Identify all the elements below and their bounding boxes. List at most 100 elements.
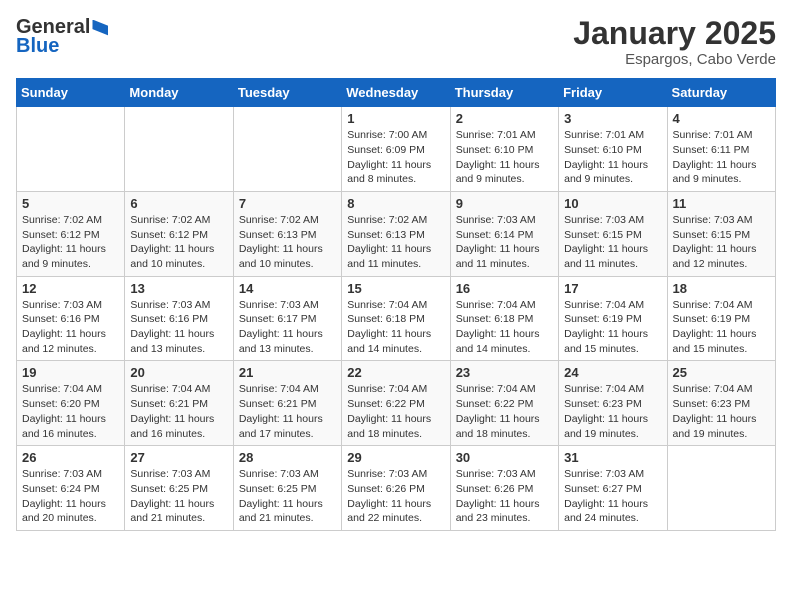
- day-info: Sunrise: 7:04 AM Sunset: 6:23 PM Dayligh…: [564, 382, 661, 441]
- day-info: Sunrise: 7:01 AM Sunset: 6:11 PM Dayligh…: [673, 128, 770, 187]
- day-info: Sunrise: 7:04 AM Sunset: 6:22 PM Dayligh…: [456, 382, 553, 441]
- calendar-cell: 12 Sunrise: 7:03 AM Sunset: 6:16 PM Dayli…: [17, 276, 125, 361]
- calendar-cell: 7 Sunrise: 7:02 AM Sunset: 6:13 PM Daylig…: [233, 191, 341, 276]
- day-info: Sunrise: 7:02 AM Sunset: 6:13 PM Dayligh…: [347, 213, 444, 272]
- day-number: 29: [347, 450, 444, 465]
- day-info: Sunrise: 7:03 AM Sunset: 6:16 PM Dayligh…: [22, 298, 119, 357]
- calendar-cell: 27 Sunrise: 7:03 AM Sunset: 6:25 PM Dayli…: [125, 446, 233, 531]
- day-info: Sunrise: 7:03 AM Sunset: 6:27 PM Dayligh…: [564, 467, 661, 526]
- week-row-5: 26 Sunrise: 7:03 AM Sunset: 6:24 PM Dayli…: [17, 446, 776, 531]
- calendar-cell: 2Sunrise: 7:01 AM Sunset: 6:10 PM Daylig…: [450, 107, 558, 192]
- day-number: 27: [130, 450, 227, 465]
- day-info: Sunrise: 7:03 AM Sunset: 6:26 PM Dayligh…: [347, 467, 444, 526]
- calendar-cell: [667, 446, 775, 531]
- day-info: Sunrise: 7:03 AM Sunset: 6:26 PM Dayligh…: [456, 467, 553, 526]
- day-info: Sunrise: 7:01 AM Sunset: 6:10 PM Dayligh…: [564, 128, 661, 187]
- day-info: Sunrise: 7:02 AM Sunset: 6:12 PM Dayligh…: [130, 213, 227, 272]
- calendar-cell: 21 Sunrise: 7:04 AM Sunset: 6:21 PM Dayli…: [233, 361, 341, 446]
- day-number: 24: [564, 365, 661, 380]
- day-number: 6: [130, 196, 227, 211]
- day-number: 11: [673, 196, 770, 211]
- calendar-cell: 30 Sunrise: 7:03 AM Sunset: 6:26 PM Dayli…: [450, 446, 558, 531]
- weekday-header-thursday: Thursday: [450, 79, 558, 107]
- day-info: Sunrise: 7:03 AM Sunset: 6:24 PM Dayligh…: [22, 467, 119, 526]
- calendar-cell: 4 Sunrise: 7:01 AM Sunset: 6:11 PM Daylig…: [667, 107, 775, 192]
- day-info: Sunrise: 7:04 AM Sunset: 6:22 PM Dayligh…: [347, 382, 444, 441]
- day-info: Sunrise: 7:04 AM Sunset: 6:23 PM Dayligh…: [673, 382, 770, 441]
- day-number: 28: [239, 450, 336, 465]
- day-number: 8: [347, 196, 444, 211]
- calendar-cell: 5 Sunrise: 7:02 AM Sunset: 6:12 PM Daylig…: [17, 191, 125, 276]
- day-number: 12: [22, 281, 119, 296]
- calendar-cell: 14 Sunrise: 7:03 AM Sunset: 6:17 PM Dayli…: [233, 276, 341, 361]
- day-number: 17: [564, 281, 661, 296]
- day-number: 18: [673, 281, 770, 296]
- day-number: 9: [456, 196, 553, 211]
- calendar-cell: 8 Sunrise: 7:02 AM Sunset: 6:13 PM Daylig…: [342, 191, 450, 276]
- calendar-cell: 24 Sunrise: 7:04 AM Sunset: 6:23 PM Dayli…: [559, 361, 667, 446]
- calendar-cell: 15 Sunrise: 7:04 AM Sunset: 6:18 PM Dayli…: [342, 276, 450, 361]
- day-number: 7: [239, 196, 336, 211]
- calendar-cell: 17 Sunrise: 7:04 AM Sunset: 6:19 PM Dayli…: [559, 276, 667, 361]
- day-number: 26: [22, 450, 119, 465]
- logo-icon: [92, 20, 108, 36]
- title-block: January 2025 Espargos, Cabo Verde: [573, 16, 776, 68]
- day-number: 5: [22, 196, 119, 211]
- calendar-cell: 18 Sunrise: 7:04 AM Sunset: 6:19 PM Dayli…: [667, 276, 775, 361]
- day-number: 15: [347, 281, 444, 296]
- day-number: 19: [22, 365, 119, 380]
- weekday-header-wednesday: Wednesday: [342, 79, 450, 107]
- day-info: Sunrise: 7:04 AM Sunset: 6:20 PM Dayligh…: [22, 382, 119, 441]
- day-info: Sunrise: 7:03 AM Sunset: 6:25 PM Dayligh…: [239, 467, 336, 526]
- day-info: Sunrise: 7:04 AM Sunset: 6:19 PM Dayligh…: [564, 298, 661, 357]
- day-number: 2: [456, 111, 553, 126]
- day-info: Sunrise: 7:03 AM Sunset: 6:25 PM Dayligh…: [130, 467, 227, 526]
- calendar-cell: 10 Sunrise: 7:03 AM Sunset: 6:15 PM Dayli…: [559, 191, 667, 276]
- day-info: Sunrise: 7:00 AM Sunset: 6:09 PM Dayligh…: [347, 128, 444, 187]
- day-info: Sunrise: 7:03 AM Sunset: 6:15 PM Dayligh…: [564, 213, 661, 272]
- day-number: 20: [130, 365, 227, 380]
- day-number: 10: [564, 196, 661, 211]
- weekday-header-tuesday: Tuesday: [233, 79, 341, 107]
- calendar-cell: 9Sunrise: 7:03 AM Sunset: 6:14 PM Daylig…: [450, 191, 558, 276]
- calendar-cell: 23Sunrise: 7:04 AM Sunset: 6:22 PM Dayli…: [450, 361, 558, 446]
- day-info: Sunrise: 7:03 AM Sunset: 6:17 PM Dayligh…: [239, 298, 336, 357]
- calendar-table: SundayMondayTuesdayWednesdayThursdayFrid…: [16, 78, 776, 531]
- calendar-cell: 29 Sunrise: 7:03 AM Sunset: 6:26 PM Dayli…: [342, 446, 450, 531]
- calendar-cell: 13 Sunrise: 7:03 AM Sunset: 6:16 PM Dayli…: [125, 276, 233, 361]
- day-number: 31: [564, 450, 661, 465]
- day-number: 16: [456, 281, 553, 296]
- calendar-cell: 28 Sunrise: 7:03 AM Sunset: 6:25 PM Dayli…: [233, 446, 341, 531]
- day-number: 14: [239, 281, 336, 296]
- day-info: Sunrise: 7:04 AM Sunset: 6:18 PM Dayligh…: [456, 298, 553, 357]
- calendar-cell: 31 Sunrise: 7:03 AM Sunset: 6:27 PM Dayli…: [559, 446, 667, 531]
- calendar-cell: [17, 107, 125, 192]
- day-info: Sunrise: 7:04 AM Sunset: 6:18 PM Dayligh…: [347, 298, 444, 357]
- day-number: 1: [347, 111, 444, 126]
- day-info: Sunrise: 7:02 AM Sunset: 6:13 PM Dayligh…: [239, 213, 336, 272]
- calendar-cell: 25Sunrise: 7:04 AM Sunset: 6:23 PM Dayli…: [667, 361, 775, 446]
- weekday-header-friday: Friday: [559, 79, 667, 107]
- day-number: 30: [456, 450, 553, 465]
- page-header: General Blue January 2025 Espargos, Cabo…: [16, 16, 776, 68]
- logo: General Blue: [16, 16, 108, 58]
- day-number: 13: [130, 281, 227, 296]
- weekday-header-row: SundayMondayTuesdayWednesdayThursdayFrid…: [17, 79, 776, 107]
- day-info: Sunrise: 7:04 AM Sunset: 6:21 PM Dayligh…: [130, 382, 227, 441]
- day-info: Sunrise: 7:03 AM Sunset: 6:15 PM Dayligh…: [673, 213, 770, 272]
- calendar-cell: [125, 107, 233, 192]
- month-title: January 2025: [573, 16, 776, 51]
- day-info: Sunrise: 7:04 AM Sunset: 6:21 PM Dayligh…: [239, 382, 336, 441]
- day-number: 4: [673, 111, 770, 126]
- week-row-2: 5 Sunrise: 7:02 AM Sunset: 6:12 PM Daylig…: [17, 191, 776, 276]
- day-info: Sunrise: 7:04 AM Sunset: 6:19 PM Dayligh…: [673, 298, 770, 357]
- day-info: Sunrise: 7:03 AM Sunset: 6:16 PM Dayligh…: [130, 298, 227, 357]
- day-info: Sunrise: 7:02 AM Sunset: 6:12 PM Dayligh…: [22, 213, 119, 272]
- day-number: 21: [239, 365, 336, 380]
- weekday-header-monday: Monday: [125, 79, 233, 107]
- week-row-1: 1 Sunrise: 7:00 AM Sunset: 6:09 PM Daylig…: [17, 107, 776, 192]
- calendar-cell: 1 Sunrise: 7:00 AM Sunset: 6:09 PM Daylig…: [342, 107, 450, 192]
- logo-blue-text: Blue: [16, 35, 59, 58]
- calendar-cell: 20 Sunrise: 7:04 AM Sunset: 6:21 PM Dayli…: [125, 361, 233, 446]
- calendar-cell: 11 Sunrise: 7:03 AM Sunset: 6:15 PM Dayli…: [667, 191, 775, 276]
